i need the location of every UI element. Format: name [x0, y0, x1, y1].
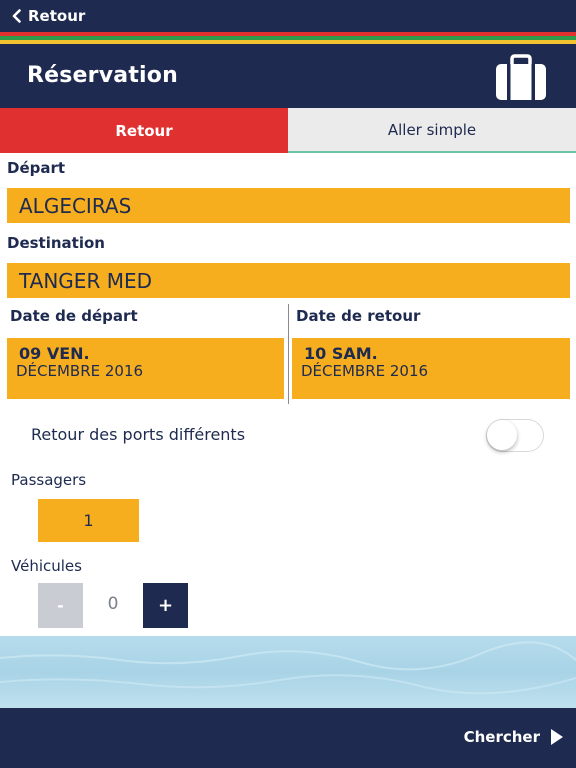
toggle-knob	[487, 420, 517, 450]
departure-date-day: 09 VEN.	[19, 344, 90, 363]
tab-one-way-label: Aller simple	[387, 120, 477, 139]
tab-return-label: Retour	[115, 121, 173, 140]
play-arrow-icon	[551, 729, 563, 745]
return-date-day: 10 SAM.	[304, 344, 378, 363]
search-label: Chercher	[463, 728, 540, 746]
passengers-label: Passagers	[11, 471, 87, 489]
chevron-left-icon	[12, 9, 21, 23]
footer: Chercher	[0, 708, 576, 768]
departure-date-field[interactable]: 09 VEN. DÉCEMBRE 2016	[7, 338, 284, 399]
search-button[interactable]: Chercher	[464, 728, 564, 746]
departure-label: Départ	[7, 159, 66, 177]
water-ripples	[0, 641, 576, 695]
passengers-value: 1	[83, 511, 94, 530]
destination-field[interactable]: TANGER MED	[7, 263, 570, 298]
vehicles-decrement-button[interactable]: -	[38, 583, 83, 628]
destination-value: TANGER MED	[19, 268, 152, 293]
color-stripes	[0, 32, 576, 48]
return-date-label: Date de retour	[296, 307, 421, 325]
return-date-field[interactable]: 10 SAM. DÉCEMBRE 2016	[292, 338, 570, 399]
tab-return[interactable]: Retour	[0, 108, 288, 153]
departure-value: ALGECIRAS	[19, 193, 132, 218]
vehicles-count: 0	[107, 594, 119, 614]
back-button[interactable]: Retour	[12, 7, 85, 25]
departure-date-label: Date de départ	[10, 307, 138, 325]
page-title: Réservation	[27, 63, 178, 88]
return-date-month: DÉCEMBRE 2016	[301, 362, 429, 380]
header: Réservation	[0, 48, 576, 108]
departure-date-month: DÉCEMBRE 2016	[16, 362, 144, 380]
vehicles-increment-button[interactable]: +	[143, 583, 188, 628]
plus-label: +	[157, 595, 174, 616]
top-bar: Retour	[0, 0, 576, 32]
trip-type-tabs: Retour Aller simple	[0, 108, 576, 153]
different-ports-toggle[interactable]	[486, 419, 544, 452]
passengers-field[interactable]: 1	[38, 499, 139, 542]
water-background	[0, 636, 576, 708]
back-label: Retour	[28, 7, 86, 25]
destination-label: Destination	[7, 234, 105, 252]
minus-label: -	[57, 596, 64, 615]
suitcase-icon	[496, 54, 546, 100]
date-divider	[288, 304, 289, 404]
vehicles-label: Véhicules	[11, 557, 82, 575]
tab-one-way[interactable]: Aller simple	[288, 108, 576, 153]
departure-field[interactable]: ALGECIRAS	[7, 188, 570, 223]
different-ports-label: Retour des ports différents	[31, 425, 246, 444]
